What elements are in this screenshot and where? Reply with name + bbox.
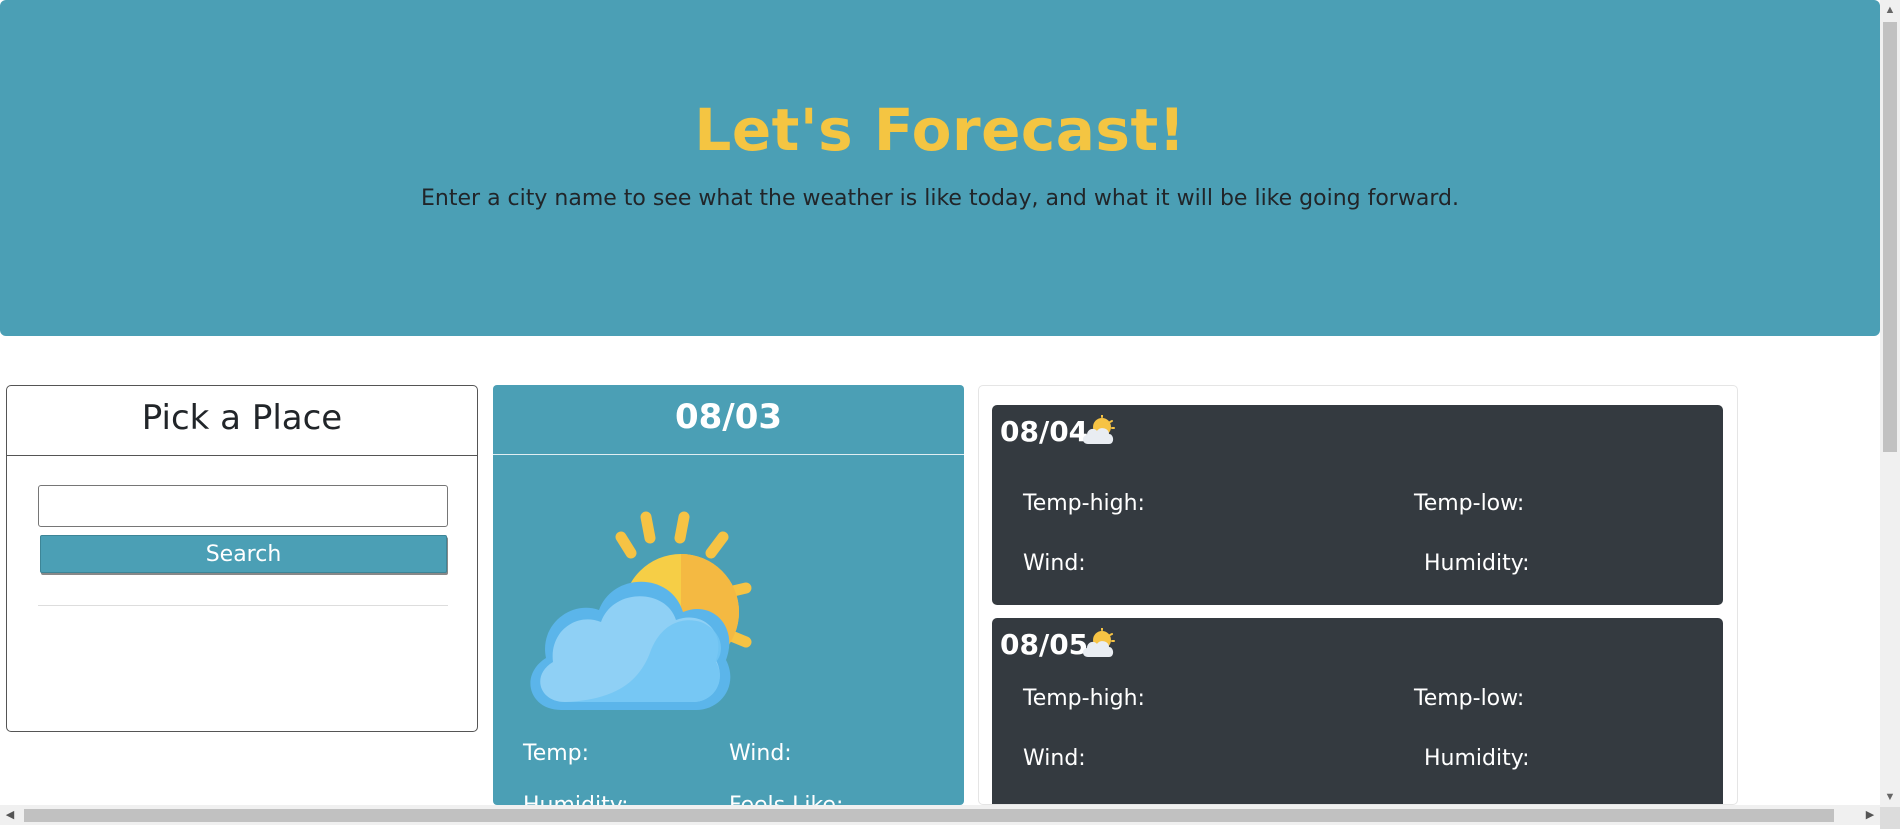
search-card: Pick a Place Search	[6, 385, 478, 732]
forecast-date: 08/04	[1000, 415, 1089, 448]
partly-cloudy-icon	[1082, 415, 1115, 444]
horizontal-scrollbar[interactable]: ◀ ▶	[0, 805, 1880, 825]
page-title: Let's Forecast!	[694, 96, 1186, 164]
partly-cloudy-icon	[1082, 628, 1115, 657]
search-button[interactable]: Search	[40, 535, 447, 573]
scroll-left-icon[interactable]: ◀	[0, 805, 20, 825]
scroll-up-icon[interactable]: ▲	[1880, 0, 1900, 20]
forecast-wind-label: Wind:	[1023, 551, 1086, 576]
current-date: 08/03	[493, 385, 964, 455]
today-temp-label: Temp:	[523, 741, 590, 766]
vertical-scroll-thumb[interactable]	[1883, 22, 1897, 452]
vertical-scrollbar[interactable]: ▲ ▼	[1880, 0, 1900, 807]
forecast-temp-low-label: Temp-low:	[1414, 686, 1525, 711]
horizontal-scroll-thumb[interactable]	[24, 809, 1834, 822]
forecast-date: 08/05	[1000, 628, 1089, 661]
city-search-input[interactable]	[38, 485, 448, 527]
forecast-wind-label: Wind:	[1023, 746, 1086, 771]
forecast-panel: 08/04 Temp-high: Temp-low: Wind: Humidit…	[978, 385, 1738, 805]
page-subtitle: Enter a city name to see what the weathe…	[421, 186, 1459, 211]
partly-cloudy-icon	[530, 511, 752, 710]
search-history-divider	[38, 605, 448, 606]
forecast-card: 08/04 Temp-high: Temp-low: Wind: Humidit…	[992, 405, 1723, 605]
hero-banner: Let's Forecast! Enter a city name to see…	[0, 0, 1880, 336]
current-weather-card: 08/03 Temp: Wind: Humidity: Feels Like:	[493, 385, 964, 805]
scroll-right-icon[interactable]: ▶	[1860, 805, 1880, 825]
forecast-humidity-label: Humidity:	[1424, 746, 1530, 771]
today-feels-like-label: Feels Like:	[729, 793, 843, 805]
forecast-temp-high-label: Temp-high:	[1023, 491, 1145, 516]
today-wind-label: Wind:	[729, 741, 792, 766]
today-humidity-label: Humidity:	[523, 793, 629, 805]
scroll-down-icon[interactable]: ▼	[1880, 787, 1900, 807]
forecast-card: 08/05 Temp-high: Temp-low: Wind: Humidit…	[992, 618, 1723, 804]
forecast-temp-low-label: Temp-low:	[1414, 491, 1525, 516]
search-card-title: Pick a Place	[7, 386, 477, 456]
forecast-humidity-label: Humidity:	[1424, 551, 1530, 576]
forecast-temp-high-label: Temp-high:	[1023, 686, 1145, 711]
scrollbar-corner	[1880, 807, 1900, 829]
